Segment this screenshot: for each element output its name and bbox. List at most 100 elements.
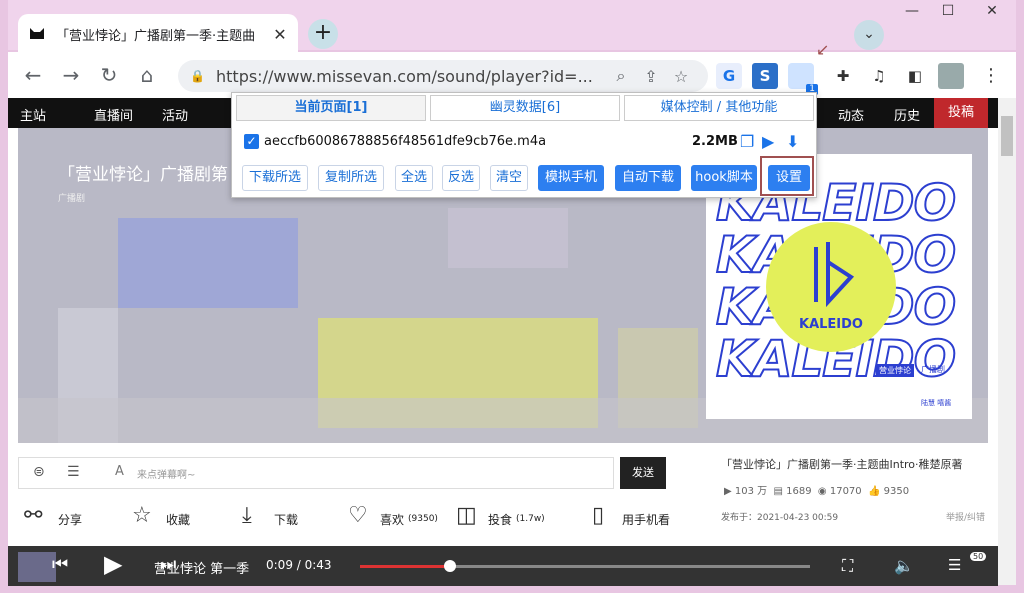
home-button[interactable]: ⌂: [132, 60, 162, 90]
nav-home[interactable]: 主站: [20, 105, 46, 124]
progress-track[interactable]: [360, 560, 810, 572]
tab-search-button[interactable]: ⌄: [854, 20, 884, 50]
prev-track-icon[interactable]: ⏮: [52, 554, 68, 575]
heart-icon[interactable]: ♡: [348, 503, 368, 528]
collect-label[interactable]: 收藏: [166, 511, 190, 528]
like-label[interactable]: 喜欢: [380, 511, 404, 528]
audio-player-bar: ⏮ ▶ ⏭ 营业悖论 第一季 0:09 / 0:43 ⛶ 🔈 ☰ 50: [8, 546, 998, 586]
auto-download-button[interactable]: 自动下载: [615, 165, 681, 191]
tab-current-page[interactable]: 当前页面[1]: [236, 95, 426, 121]
pointer-arrow-icon: ↙: [816, 40, 830, 59]
puzzle-extensions-icon[interactable]: ✚: [830, 63, 856, 89]
share-label[interactable]: 分享: [58, 511, 82, 528]
publish-date: 发布于：2021-04-23 00:59: [721, 513, 839, 523]
file-size: 2.2MB: [692, 134, 738, 149]
time-display: 0:09 / 0:43: [266, 558, 332, 572]
player-thumbnail: [18, 552, 56, 582]
copy-icon[interactable]: ❐: [740, 132, 754, 151]
file-name[interactable]: aeccfb60086788856f48561dfe9cb76e.m4a: [264, 134, 546, 149]
progress-handle[interactable]: [444, 560, 456, 572]
playlist-badge: 50: [970, 552, 987, 561]
play-circle-icon[interactable]: ▶: [762, 132, 774, 151]
fullscreen-icon[interactable]: ⛶: [842, 556, 853, 576]
browser-tab[interactable]: 「营业悖论」广播剧第一季·主题曲 ✕: [18, 14, 298, 54]
address-bar[interactable]: 🔒 https://www.missevan.com/sound/player?…: [178, 60, 708, 92]
sound-stats: ▶ 103 万 ▤ 1689 ◉ 17070 👍 9350: [724, 486, 910, 497]
new-tab-button[interactable]: +: [308, 19, 338, 49]
zoom-icon[interactable]: ⌕: [606, 66, 636, 86]
side-panel-icon[interactable]: ◧: [902, 63, 928, 89]
select-all-button[interactable]: 全选: [395, 165, 433, 191]
sound-title[interactable]: 「营业悖论」广播剧第一季·主题曲Intro·稚楚原著: [721, 456, 991, 472]
nav-history[interactable]: 历史: [894, 105, 920, 124]
hook-script-button[interactable]: hook脚本: [691, 165, 757, 191]
play-count: 103 万: [734, 486, 768, 497]
lock-icon: 🔒: [190, 69, 205, 83]
play-icon[interactable]: ▶: [104, 550, 122, 578]
phone-icon[interactable]: ▯: [592, 503, 604, 528]
profile-avatar[interactable]: [938, 63, 964, 89]
url-text[interactable]: https://www.missevan.com/sound/player?id…: [216, 67, 606, 86]
page-scrollbar[interactable]: [998, 98, 1016, 585]
share-page-icon[interactable]: ⇪: [636, 67, 666, 86]
download-label[interactable]: 下载: [274, 511, 298, 528]
book-logo-icon: [814, 242, 855, 308]
nav-upload[interactable]: 投稿: [934, 98, 988, 128]
hero-title: 「营业悖论」广播剧第: [58, 165, 228, 185]
tab-title: 「营业悖论」广播剧第一季·主题曲: [56, 28, 256, 44]
maximize-button[interactable]: ☐: [930, 0, 966, 24]
back-button[interactable]: ←: [18, 60, 48, 90]
scroll-thumb[interactable]: [1001, 116, 1013, 156]
s-extension-icon[interactable]: S: [752, 63, 778, 89]
translate-extension-icon[interactable]: G: [716, 63, 742, 89]
download-arrow-icon[interactable]: ⬇: [786, 132, 799, 151]
simulate-phone-button[interactable]: 模拟手机: [538, 165, 604, 191]
like-total: 9350: [883, 486, 910, 497]
share-icon[interactable]: ⚯: [24, 503, 42, 528]
nav-events[interactable]: 活动: [162, 105, 188, 124]
cover-tag2: 广播剧: [921, 365, 945, 374]
copy-selected-button[interactable]: 复制所选: [318, 165, 384, 191]
danmaku-toggle-icon[interactable]: ⊜: [33, 464, 45, 480]
browser-menu-icon[interactable]: ⋮: [978, 63, 1004, 89]
settings-highlight-box: [760, 156, 814, 196]
clear-button[interactable]: 清空: [490, 165, 528, 191]
danmaku-bar: ⊜ ☰ A 来点弹幕啊~: [18, 457, 614, 489]
send-danmaku-button[interactable]: 发送: [620, 457, 666, 489]
volume-icon[interactable]: 🔈: [894, 556, 914, 575]
danmaku-count: 17070: [829, 486, 862, 497]
file-checkbox[interactable]: ✓: [244, 134, 259, 149]
feed-count: (1.7w): [516, 514, 545, 524]
tab-media-control[interactable]: 媒体控制 / 其他功能: [624, 95, 814, 121]
danmaku-settings-icon[interactable]: ☰: [67, 464, 80, 480]
comment-count: 1689: [786, 486, 812, 497]
media-control-icon[interactable]: ♫: [866, 63, 892, 89]
download-selected-button[interactable]: 下载所选: [242, 165, 308, 191]
danmaku-input[interactable]: 来点弹幕啊~: [137, 466, 195, 481]
forward-button[interactable]: →: [56, 60, 86, 90]
nav-feed[interactable]: 动态: [838, 105, 864, 124]
reload-button[interactable]: ↻: [94, 60, 124, 90]
font-style-icon[interactable]: A: [115, 464, 124, 479]
file-row: ✓ aeccfb60086788856f48561dfe9cb76e.m4a 2…: [244, 132, 814, 153]
star-icon[interactable]: ☆: [132, 503, 152, 528]
close-window-button[interactable]: ✕: [974, 0, 1010, 24]
nav-live[interactable]: 直播间: [94, 105, 133, 124]
bookmark-star-icon[interactable]: ☆: [666, 67, 696, 86]
invert-selection-button[interactable]: 反选: [442, 165, 480, 191]
close-tab-icon[interactable]: ✕: [272, 25, 288, 44]
cat-catch-extension-icon[interactable]: 1: [788, 63, 818, 95]
mobile-label[interactable]: 用手机看: [622, 511, 670, 528]
tab-ghost-data[interactable]: 幽灵数据[6]: [430, 95, 620, 121]
extension-popup: 当前页面[1] 幽灵数据[6] 媒体控制 / 其他功能 ✓ aeccfb6008…: [231, 92, 817, 198]
report-link[interactable]: 举报/纠错: [946, 510, 985, 523]
feed-label[interactable]: 投食: [488, 511, 512, 528]
logo-text: KALEIDO: [799, 317, 863, 332]
coin-icon[interactable]: ◫: [456, 503, 477, 528]
cover-credits: 陆慧 嘻酱: [921, 399, 952, 407]
playlist-icon[interactable]: ☰: [948, 556, 961, 574]
cat-icon: [30, 28, 44, 39]
player-title: 营业悖论 第一季: [154, 562, 250, 577]
minimize-button[interactable]: —: [894, 0, 930, 24]
download-icon[interactable]: ⤓: [242, 503, 252, 528]
